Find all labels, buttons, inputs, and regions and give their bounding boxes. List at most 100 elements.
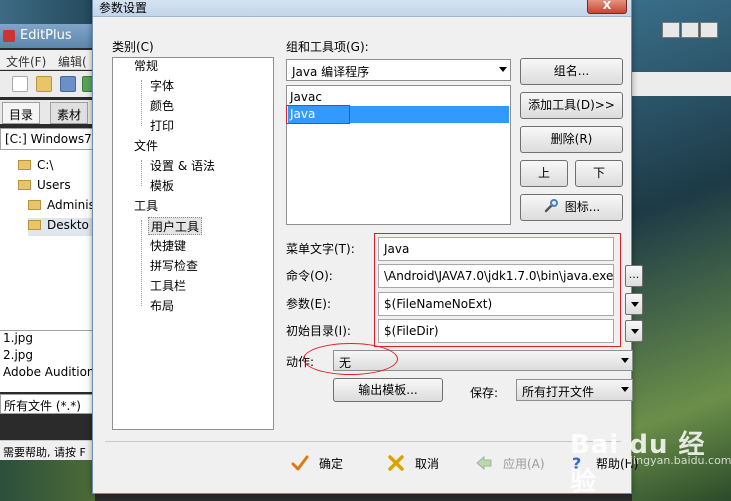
file-item[interactable]: 1.jpg xyxy=(0,331,95,348)
tab-clip[interactable]: 素材 xyxy=(50,102,89,124)
tree-item-shortcuts[interactable]: 快捷键 xyxy=(150,237,186,255)
menu-text-label: 菜单文字(T): xyxy=(286,242,355,256)
folder-icon xyxy=(18,160,31,170)
tab-directory[interactable]: 目录 xyxy=(2,102,41,124)
add-tool-button[interactable]: 添加工具(D)>> xyxy=(520,92,623,119)
desktop-wallpaper xyxy=(0,0,95,24)
minimize-icon[interactable] xyxy=(662,22,680,38)
status-bar: 需要帮助, 请按 F xyxy=(0,440,95,460)
annotation-highlight xyxy=(286,105,350,124)
sidebar-tabs: 目录 素材 xyxy=(0,100,95,124)
menu-file[interactable]: 文件(F) xyxy=(6,53,46,70)
folder-tree: C:\ Users Adminis Deskto xyxy=(0,150,95,330)
editplus-title: EditPlus xyxy=(20,28,72,43)
save-label: 保存: xyxy=(470,386,499,400)
cancel-button[interactable]: 取消 xyxy=(387,452,439,476)
editplus-titlebar: EditPlus xyxy=(0,24,95,48)
folder-item[interactable]: Deskto xyxy=(28,218,95,236)
args-label: 参数(E): xyxy=(286,297,331,311)
tree-item-tools[interactable]: 工具 xyxy=(134,197,158,215)
category-tree: 常规 字体 颜色 打印 文件 设置 & 语法 模板 工具 用户工具 快捷键 拼写… xyxy=(112,57,274,430)
divider xyxy=(105,441,621,442)
save-icon[interactable] xyxy=(60,76,76,92)
output-template-button[interactable]: 输出模板... xyxy=(333,378,443,402)
drive-selector[interactable]: [C:] Windows7 xyxy=(0,128,95,150)
open-folder-icon[interactable] xyxy=(36,76,52,92)
dialog-titlebar: 参数设置 X xyxy=(93,0,631,17)
chevron-down-icon xyxy=(621,387,629,392)
save-select-value: 所有打开文件 xyxy=(522,385,595,399)
annotation-circle xyxy=(303,343,398,375)
tree-item-template[interactable]: 模板 xyxy=(150,177,174,195)
ok-label: 确定 xyxy=(319,457,344,471)
initial-dir-label: 初始目录(I): xyxy=(286,324,351,338)
file-item[interactable]: Adobe Audition xyxy=(0,365,95,382)
tree-connector xyxy=(141,160,142,186)
icon-button-label: 图标... xyxy=(564,200,601,214)
close-icon[interactable] xyxy=(700,22,718,38)
tree-connector xyxy=(141,80,142,126)
tree-item-file[interactable]: 文件 xyxy=(134,137,158,155)
file-filter-select[interactable]: 所有文件 (*.*) xyxy=(0,394,95,414)
apply-button[interactable]: 应用(A) xyxy=(475,452,545,476)
browse-button[interactable]: ... xyxy=(625,265,643,287)
new-file-icon[interactable] xyxy=(12,76,28,92)
tool-item-javac[interactable]: Javac xyxy=(288,89,509,106)
initial-dir-input[interactable]: $(FileDir) xyxy=(378,319,614,343)
folder-item[interactable]: C:\ xyxy=(18,158,53,176)
tree-item-spell-check[interactable]: 拼写检查 xyxy=(150,257,198,275)
args-input[interactable]: $(FileNameNoExt) xyxy=(378,292,614,316)
move-down-button[interactable]: 下 xyxy=(575,160,623,187)
category-label: 类别(C) xyxy=(112,40,154,54)
icon-button[interactable]: 图标... xyxy=(520,194,623,221)
tree-item-user-tools[interactable]: 用户工具 xyxy=(148,217,203,235)
tree-item-print[interactable]: 打印 xyxy=(150,117,174,135)
tree-item-layout[interactable]: 布局 xyxy=(150,297,174,315)
dialog-close-button[interactable]: X xyxy=(587,0,627,14)
arrow-left-icon xyxy=(476,455,492,471)
window-controls xyxy=(662,22,719,41)
maximize-icon[interactable] xyxy=(681,22,699,38)
menu-edit[interactable]: 编辑( xyxy=(58,53,87,70)
folder-icon xyxy=(28,200,41,210)
move-up-button[interactable]: 上 xyxy=(520,160,568,187)
dialog-title: 参数设置 xyxy=(99,1,148,15)
group-label: 组和工具项(G): xyxy=(286,40,369,54)
delete-button[interactable]: 删除(R) xyxy=(520,126,623,153)
chevron-down-icon xyxy=(631,302,639,307)
args-dropdown-button[interactable] xyxy=(625,293,643,315)
command-label: 命令(O): xyxy=(286,269,333,283)
tree-item-font[interactable]: 字体 xyxy=(150,77,174,95)
editplus-menubar: 文件(F) 编辑( xyxy=(0,50,95,70)
folder-icon xyxy=(28,220,41,230)
folder-icon xyxy=(18,180,31,190)
folder-item[interactable]: Adminis xyxy=(28,198,95,216)
dir-dropdown-button[interactable] xyxy=(625,320,643,342)
tree-item-general[interactable]: 常规 xyxy=(134,57,158,75)
chevron-down-icon xyxy=(621,358,629,363)
checkmark-icon xyxy=(291,455,309,471)
group-name-button[interactable]: 组名... xyxy=(520,58,623,85)
menu-text-input[interactable]: Java xyxy=(378,237,614,261)
save-select[interactable]: 所有打开文件 xyxy=(516,379,633,401)
wrench-icon xyxy=(544,199,558,213)
folder-item[interactable]: Users xyxy=(18,178,71,196)
tree-item-toolbar[interactable]: 工具栏 xyxy=(150,277,186,295)
editplus-toolbar xyxy=(0,71,95,97)
chevron-down-icon xyxy=(499,67,507,72)
tree-item-settings-syntax[interactable]: 设置 & 语法 xyxy=(150,157,215,175)
group-select[interactable]: Java 编译程序 xyxy=(286,59,511,81)
preferences-dialog: 参数设置 X 类别(C) 常规 字体 颜色 打印 文件 设置 & 语法 模板 工… xyxy=(92,0,643,494)
baidu-watermark-url: jingyan.baidu.com xyxy=(630,454,731,467)
cancel-label: 取消 xyxy=(415,457,440,471)
command-input[interactable]: \Android\JAVA7.0\jdk1.7.0\bin\java.exe xyxy=(378,264,614,288)
desktop-wallpaper xyxy=(0,460,95,501)
ok-button[interactable]: 确定 xyxy=(291,452,343,476)
file-item[interactable]: 2.jpg xyxy=(0,348,95,365)
editplus-toolbar-right xyxy=(632,72,731,96)
editplus-app-icon xyxy=(3,30,15,42)
chevron-down-icon xyxy=(631,329,639,334)
group-select-value: Java 编译程序 xyxy=(292,65,370,79)
file-list: 1.jpg 2.jpg Adobe Audition xyxy=(0,330,95,392)
tree-item-color[interactable]: 颜色 xyxy=(150,97,174,115)
